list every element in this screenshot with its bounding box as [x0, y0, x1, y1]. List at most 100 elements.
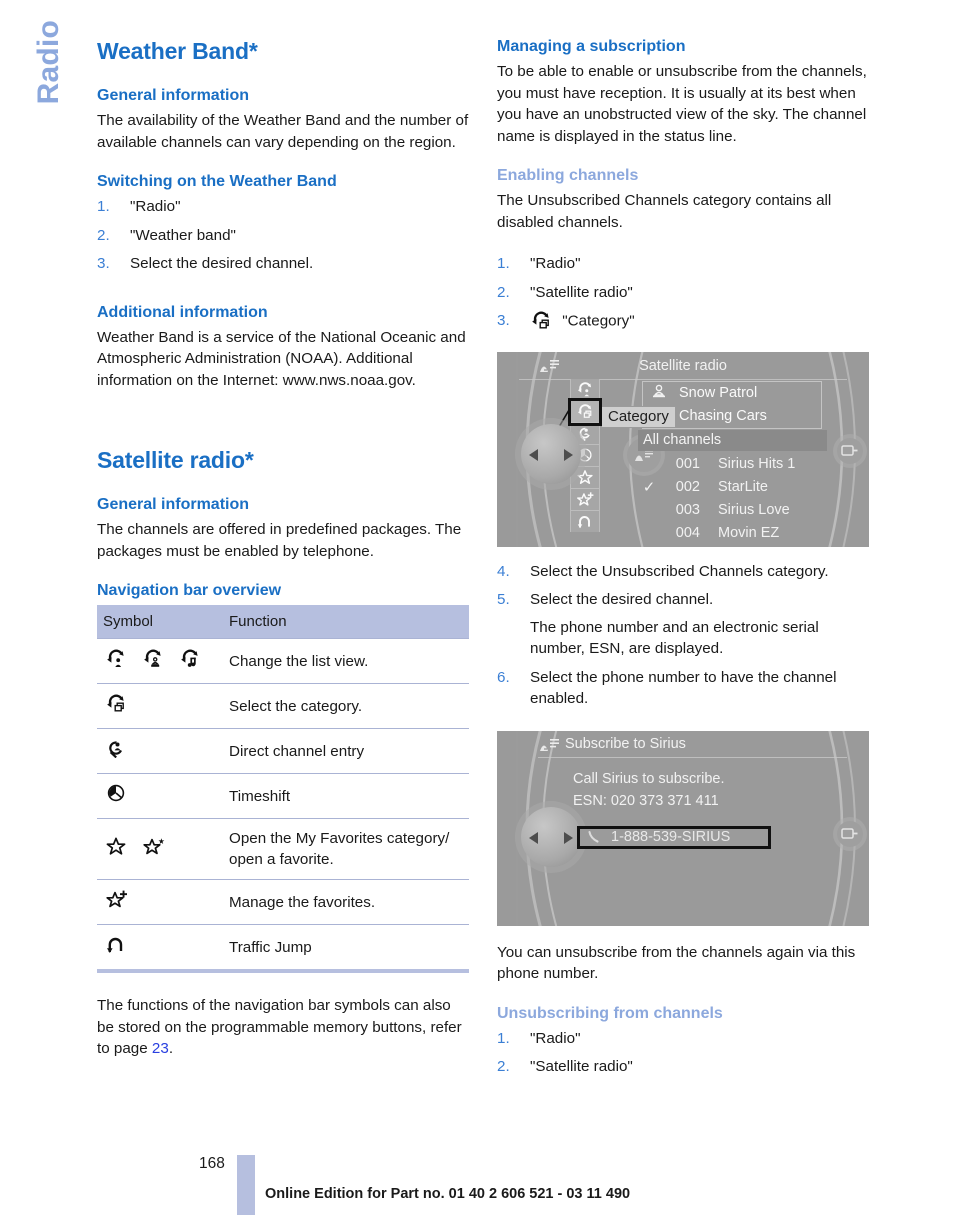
section-title-satellite-radio: Satellite radio* — [97, 447, 254, 473]
page-reference-link[interactable]: 23 — [152, 1040, 169, 1057]
screenshot-satellite-radio: Satellite radio Category Snow Patrol Cha… — [497, 351, 869, 547]
paragraph-general-information: The availability of the Weather Band and… — [97, 112, 469, 151]
step-number: 4. — [497, 562, 510, 580]
paragraph-enabling-channels: The Unsubscribed Channels category conta… — [497, 192, 832, 231]
rotate-list-artist-icon — [142, 648, 164, 674]
symbol-cell — [97, 638, 223, 684]
nav-item-manage-favorites[interactable] — [571, 489, 599, 511]
step-text: "Weather band" — [130, 226, 236, 244]
all-channels-row[interactable]: All channels — [638, 429, 827, 451]
screen-title: Subscribe to Sirius — [565, 735, 686, 752]
heading-additional-information: Additional information — [97, 303, 268, 321]
channel-name: StarLite — [718, 479, 768, 495]
satellite-signal-icon — [538, 736, 560, 757]
channel-number: 004 — [675, 525, 700, 541]
step-number: 1. — [497, 1029, 510, 1047]
step-number: 2. — [497, 283, 510, 301]
page-title: Weather Band* — [97, 38, 258, 64]
nav-item-traffic-jump[interactable] — [571, 511, 599, 532]
channel-name: Movin EZ — [718, 525, 780, 541]
step-number: 1. — [97, 198, 110, 215]
channel-name: Sirius Hits 1 — [718, 456, 796, 472]
channel-number: 001 — [675, 456, 700, 472]
table-row: Change the list view. — [97, 638, 469, 684]
list-enabling-steps-continued: 4. Select the Unsubscribed Channels cate… — [497, 561, 869, 710]
list-item: 4. Select the Unsubscribed Channels cate… — [497, 561, 869, 583]
list-item[interactable]: 003 Sirius Love — [638, 499, 838, 522]
heading-navigation-bar-overview: Navigation bar overview — [97, 582, 282, 599]
idrive-controller-knob[interactable] — [521, 806, 581, 867]
knob-left-arrow-icon — [529, 831, 538, 844]
channel-name: Sirius Love — [718, 502, 790, 518]
list-item: 2. "Weather band" — [97, 225, 469, 247]
display-options-button[interactable] — [837, 820, 863, 847]
navigation-bar-table: Symbol Function Change the list view. Se… — [97, 605, 469, 973]
step-number: 3. — [97, 255, 110, 272]
phone-number-button[interactable]: 1-888-539-SIRIUS — [577, 825, 771, 849]
traffic-jump-icon — [105, 934, 127, 960]
list-item[interactable]: Snow Patrol — [643, 382, 821, 405]
symbol-cell — [97, 683, 223, 729]
step-text: "Radio" — [130, 198, 181, 215]
list-item: 3. Select the desired channel. — [97, 253, 469, 275]
star-favorite-icon — [142, 836, 166, 862]
knob-right-arrow-icon — [564, 448, 573, 461]
chapter-tab: Radio — [0, 20, 88, 184]
step-number: 1. — [497, 255, 510, 272]
step-number: 5. — [497, 591, 510, 608]
list-item: 1. "Radio" — [97, 196, 469, 218]
screenshot-subscribe-to-sirius: Subscribe to Sirius Call Sirius to subsc… — [497, 730, 869, 926]
heading-unsubscribing-from-channels: Unsubscribing from channels — [497, 1004, 723, 1022]
handset-icon — [586, 829, 602, 845]
table-header-symbol: Symbol — [97, 605, 223, 639]
symbol-cell — [97, 924, 223, 973]
function-cell: Manage the favorites. — [223, 879, 469, 925]
list-item[interactable]: 004 Movin EZ — [638, 522, 838, 545]
nav-item-change-list-view[interactable] — [571, 379, 599, 401]
screen-title: Satellite radio — [639, 357, 727, 374]
list-item[interactable]: ✓ 002 StarLite — [638, 476, 838, 499]
table-row: Manage the favorites. — [97, 879, 469, 925]
table-row: Open the My Favorites category/ open a f… — [97, 818, 469, 880]
display-options-button[interactable] — [837, 437, 863, 464]
rotate-category-icon — [530, 310, 552, 333]
step-note: The phone number and an electronic seria… — [530, 618, 819, 658]
list-item: 3. "Category" — [497, 310, 869, 333]
table-row: Timeshift — [97, 773, 469, 819]
paragraph-unsubscribe-note: You can unsubscribe from the channels ag… — [497, 943, 856, 983]
step-number: 3. — [497, 312, 510, 329]
table-row: Traffic Jump — [97, 924, 469, 973]
function-cell: Direct channel entry — [223, 728, 469, 774]
function-cell: Change the list view. — [223, 638, 469, 684]
step-text: Select the phone number to have the chan… — [530, 668, 837, 708]
function-cell: Traffic Jump — [223, 924, 469, 973]
paragraph-managing-subscription: To be able to enable or unsubscribe from… — [497, 63, 867, 145]
paragraph-additional-information: Weather Band is a service of the Nationa… — [97, 328, 466, 389]
step-text: "Satellite radio" — [530, 1058, 633, 1075]
table-row: Select the category. — [97, 683, 469, 729]
step-text: Select the desired channel. — [530, 591, 714, 608]
closing-text-after: . — [168, 1040, 174, 1057]
table-header-row: Symbol Function — [97, 605, 469, 639]
idrive-controller-knob[interactable] — [521, 423, 581, 484]
channel-number: 002 — [675, 479, 700, 495]
now-playing-track: Chasing Cars — [679, 408, 767, 424]
star-icon — [105, 836, 127, 862]
title-divider — [538, 756, 847, 758]
channel-number: 003 — [675, 502, 700, 518]
list-unsubscribing-steps: 1. "Radio" 2. "Satellite radio" — [497, 1028, 869, 1078]
heading-satellite-general-information: General information — [97, 496, 250, 513]
step-text: Select the desired channel. — [130, 255, 314, 272]
nav-item-category[interactable] — [568, 397, 602, 426]
list-item[interactable]: 001 Sirius Hits 1 — [638, 453, 838, 476]
category-label: Category — [601, 405, 676, 428]
rotate-category-icon — [105, 693, 127, 719]
phone-number-label: 1-888-539-SIRIUS — [611, 829, 731, 845]
footer-text: Online Edition for Part no. 01 40 2 606 … — [265, 1186, 631, 1202]
list-item: 6. Select the phone number to have the c… — [497, 667, 869, 710]
list-item: 1. "Radio" — [497, 1028, 869, 1050]
